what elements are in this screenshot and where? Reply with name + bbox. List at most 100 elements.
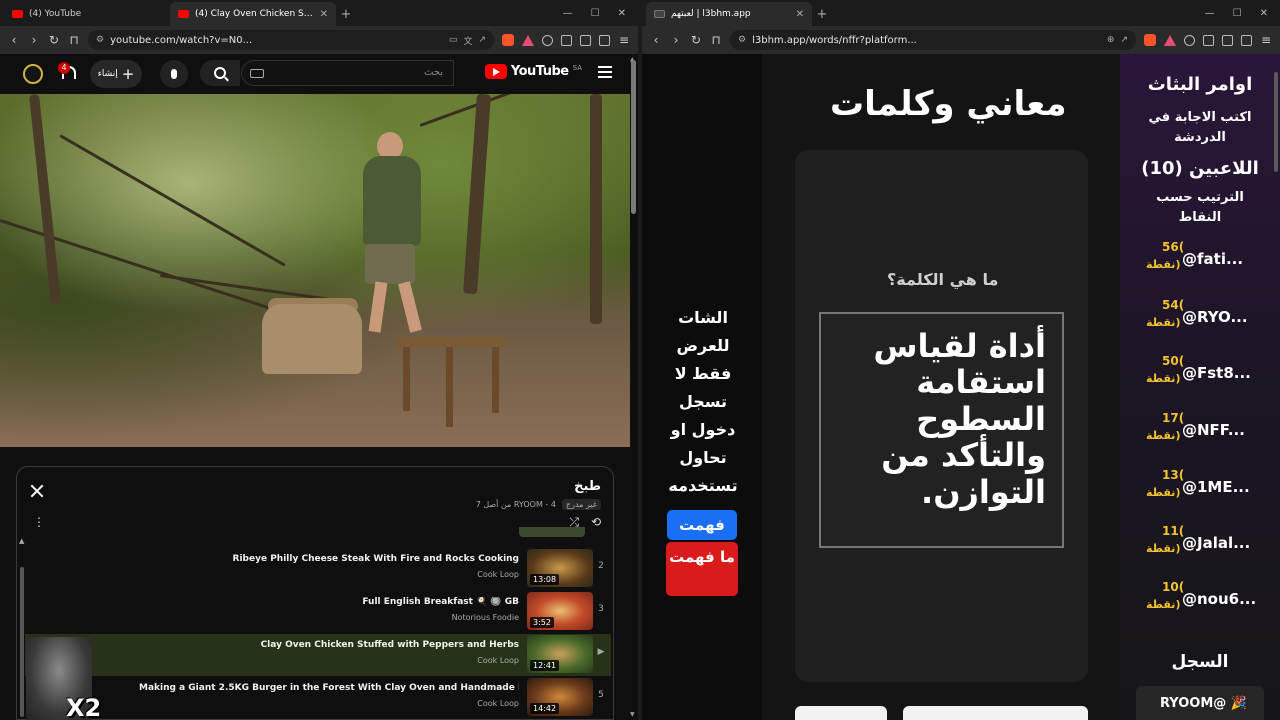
player-row: 11( نقطة) @Jalal... [1120,524,1280,558]
channel-name: Notorious Foodie [451,613,519,622]
item-index: 2 [598,561,604,571]
scroll-up-icon[interactable]: ▲ [19,537,24,545]
playlist-position: RYOOM - 4 من أصل 7 [475,500,556,509]
avatar[interactable] [23,64,43,84]
bookmark-icon[interactable]: ⊓ [68,33,80,47]
sidebar-icon[interactable] [599,34,610,46]
page-scrollbar[interactable] [1274,72,1278,172]
playlist-scrollbar[interactable] [20,567,24,717]
search-button[interactable] [200,60,240,86]
brave-rewards-icon[interactable] [1164,34,1176,46]
reload-icon[interactable]: ↻ [48,33,60,47]
plus-icon: + [121,64,135,83]
new-tab-button[interactable]: + [812,2,832,26]
video-player[interactable] [0,94,630,447]
list-item-partial[interactable] [25,527,611,543]
minimize-button[interactable]: — [563,8,573,19]
answer-button-partial[interactable] [903,706,1088,720]
zoom-icon[interactable]: ⊕ [1107,35,1115,45]
duration-badge: 3:52 [530,617,554,628]
menu-icon[interactable]: ≡ [1260,33,1272,47]
site-info-icon[interactable]: ⚙ [738,35,746,45]
tab-youtube-video[interactable]: (4) Clay Oven Chicken Stuffed ✕ [170,2,336,26]
address-bar[interactable]: ⚙ youtube.com/watch?v=N0... ▭ 文 ↗ [88,30,494,50]
media-icon[interactable] [580,34,591,46]
channel-name: Cook Loop [477,699,519,708]
sidebar-icon[interactable] [1241,34,1252,46]
answer-button-partial[interactable] [795,706,887,720]
cast-icon[interactable]: ▭ [449,35,458,45]
youtube-play-icon [484,64,507,79]
extension-icon[interactable] [1203,34,1214,46]
video-thumbnail[interactable]: 13:08 [527,549,593,587]
close-window-button[interactable]: ✕ [618,8,626,19]
playlist-title[interactable]: طبخ [574,479,601,494]
extension-icon[interactable] [542,34,553,46]
more-options-icon[interactable]: ⋮ [33,515,45,529]
forward-icon[interactable]: › [28,33,40,47]
not-understood-button[interactable]: ما فهمت [666,542,738,596]
translate-icon[interactable]: 文 [463,34,472,47]
site-info-icon[interactable]: ⚙ [96,35,104,45]
understood-button[interactable]: فهمت [667,510,737,540]
create-button[interactable]: إنشاء + [90,60,142,88]
menu-icon[interactable]: ≡ [618,33,630,47]
maximize-button[interactable]: ☐ [591,8,600,19]
page-scrollbar[interactable] [631,60,636,214]
player-row: 13( نقطة) @1ME... [1120,468,1280,502]
bookmark-icon[interactable]: ⊓ [710,33,722,47]
brave-rewards-icon[interactable] [522,34,534,46]
list-item[interactable]: 5 14:42 Making a Giant 2.5KG Burger in t… [25,677,611,719]
tab-l3bhm[interactable]: لعبتهم | l3bhm.app ✕ [646,2,812,26]
loop-icon[interactable]: ⟲ [591,515,601,530]
share-icon[interactable]: ↗ [1120,35,1128,45]
back-icon[interactable]: ‹ [8,33,20,47]
close-icon[interactable] [29,483,45,499]
video-thumbnail[interactable]: 3:52 [527,592,593,630]
guide-menu-icon[interactable] [598,66,612,81]
game-browser-window: لعبتهم | l3bhm.app ✕ + — ☐ ✕ ‹ › ↻ ⊓ ⚙ l… [642,0,1280,720]
close-window-button[interactable]: ✕ [1260,8,1268,19]
back-icon[interactable]: ‹ [650,33,662,47]
youtube-logo[interactable]: YouTube SA [484,64,582,79]
voice-search-button[interactable] [160,60,188,88]
new-tab-button[interactable]: + [336,2,356,26]
extension-icon[interactable] [561,34,572,46]
person-leg [398,281,422,333]
tab-label: لعبتهم | l3bhm.app [671,9,751,19]
video-thumbnail[interactable]: 12:41 [527,635,593,673]
tab-close-icon[interactable]: ✕ [320,9,328,20]
tab-youtube-home[interactable]: (4) YouTube [4,2,170,26]
scroll-down-arrow[interactable]: ▼ [630,711,635,718]
video-thumbnail[interactable]: 14:42 [527,678,593,716]
brave-shields-icon[interactable] [502,34,514,46]
microphone-icon [171,69,177,79]
address-bar[interactable]: ⚙ l3bhm.app/words/nffr?platform... ⊕ ↗ [730,30,1136,50]
list-item-now-playing[interactable]: ▶ 12:41 Clay Oven Chicken Stuffed with P… [25,634,611,676]
brave-shields-icon[interactable] [1144,34,1156,46]
search-input[interactable]: بحث [241,60,454,86]
tab-close-icon[interactable]: ✕ [796,9,804,20]
player-row: 56( نقطة) @fati... [1120,240,1280,274]
list-item[interactable]: 2 13:08 Ribeye Philly Cheese Steak With … [25,548,611,590]
playlist-panel: طبخ غير مدرج RYOOM - 4 من أصل 7 ⤮ ⟲ ⋮ ▲ … [16,466,614,720]
media-icon[interactable] [1222,34,1233,46]
sort-hint: الترتيب حسب النقاط [1156,190,1244,225]
player-name: @fati... [1182,250,1244,268]
reload-icon[interactable]: ↻ [690,33,702,47]
channel-name: Cook Loop [477,656,519,665]
player-score: 13( [1162,468,1185,482]
maximize-button[interactable]: ☐ [1233,8,1242,19]
player-name: @Fst8... [1182,364,1251,382]
list-item[interactable]: 3 3:52 Full English Breakfast 🍳 🔘 GB Not… [25,591,611,633]
now-playing-icon: ▶ [597,647,605,657]
extension-icon[interactable] [1184,34,1195,46]
keyboard-icon[interactable] [250,69,264,78]
url-text: l3bhm.app/words/nffr?platform... [752,34,917,46]
player-score: 56( [1162,240,1185,254]
share-icon[interactable]: ↗ [478,35,486,45]
forward-icon[interactable]: › [670,33,682,47]
player-score: 11( [1162,524,1185,538]
minimize-button[interactable]: — [1205,8,1215,19]
table-leg [492,347,499,413]
